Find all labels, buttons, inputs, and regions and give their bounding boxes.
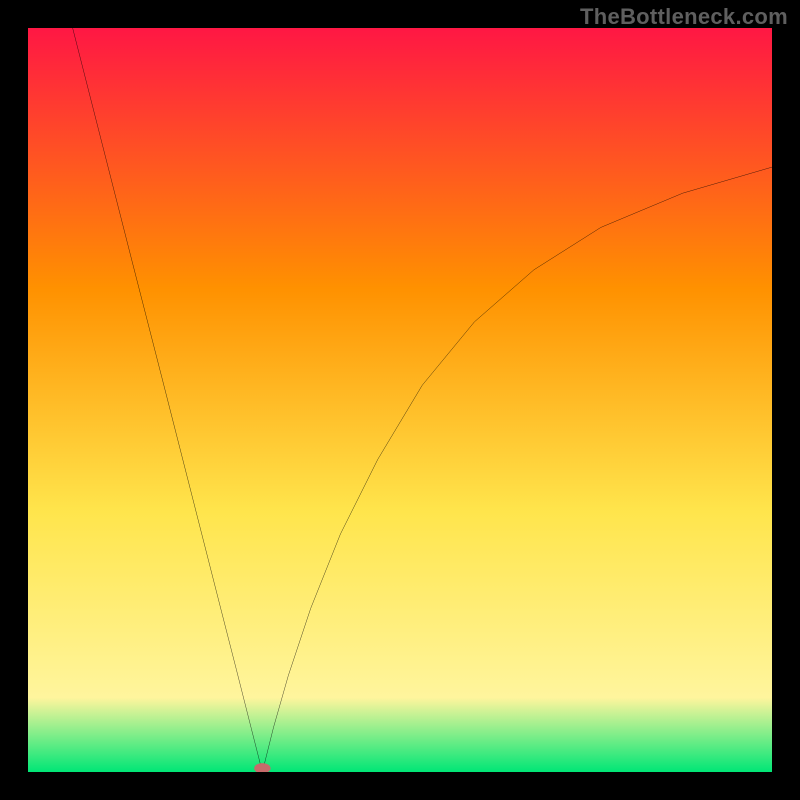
bottleneck-chart [28,28,772,772]
watermark-text: TheBottleneck.com [580,4,788,30]
chart-frame: TheBottleneck.com [0,0,800,800]
gradient-background [28,28,772,772]
